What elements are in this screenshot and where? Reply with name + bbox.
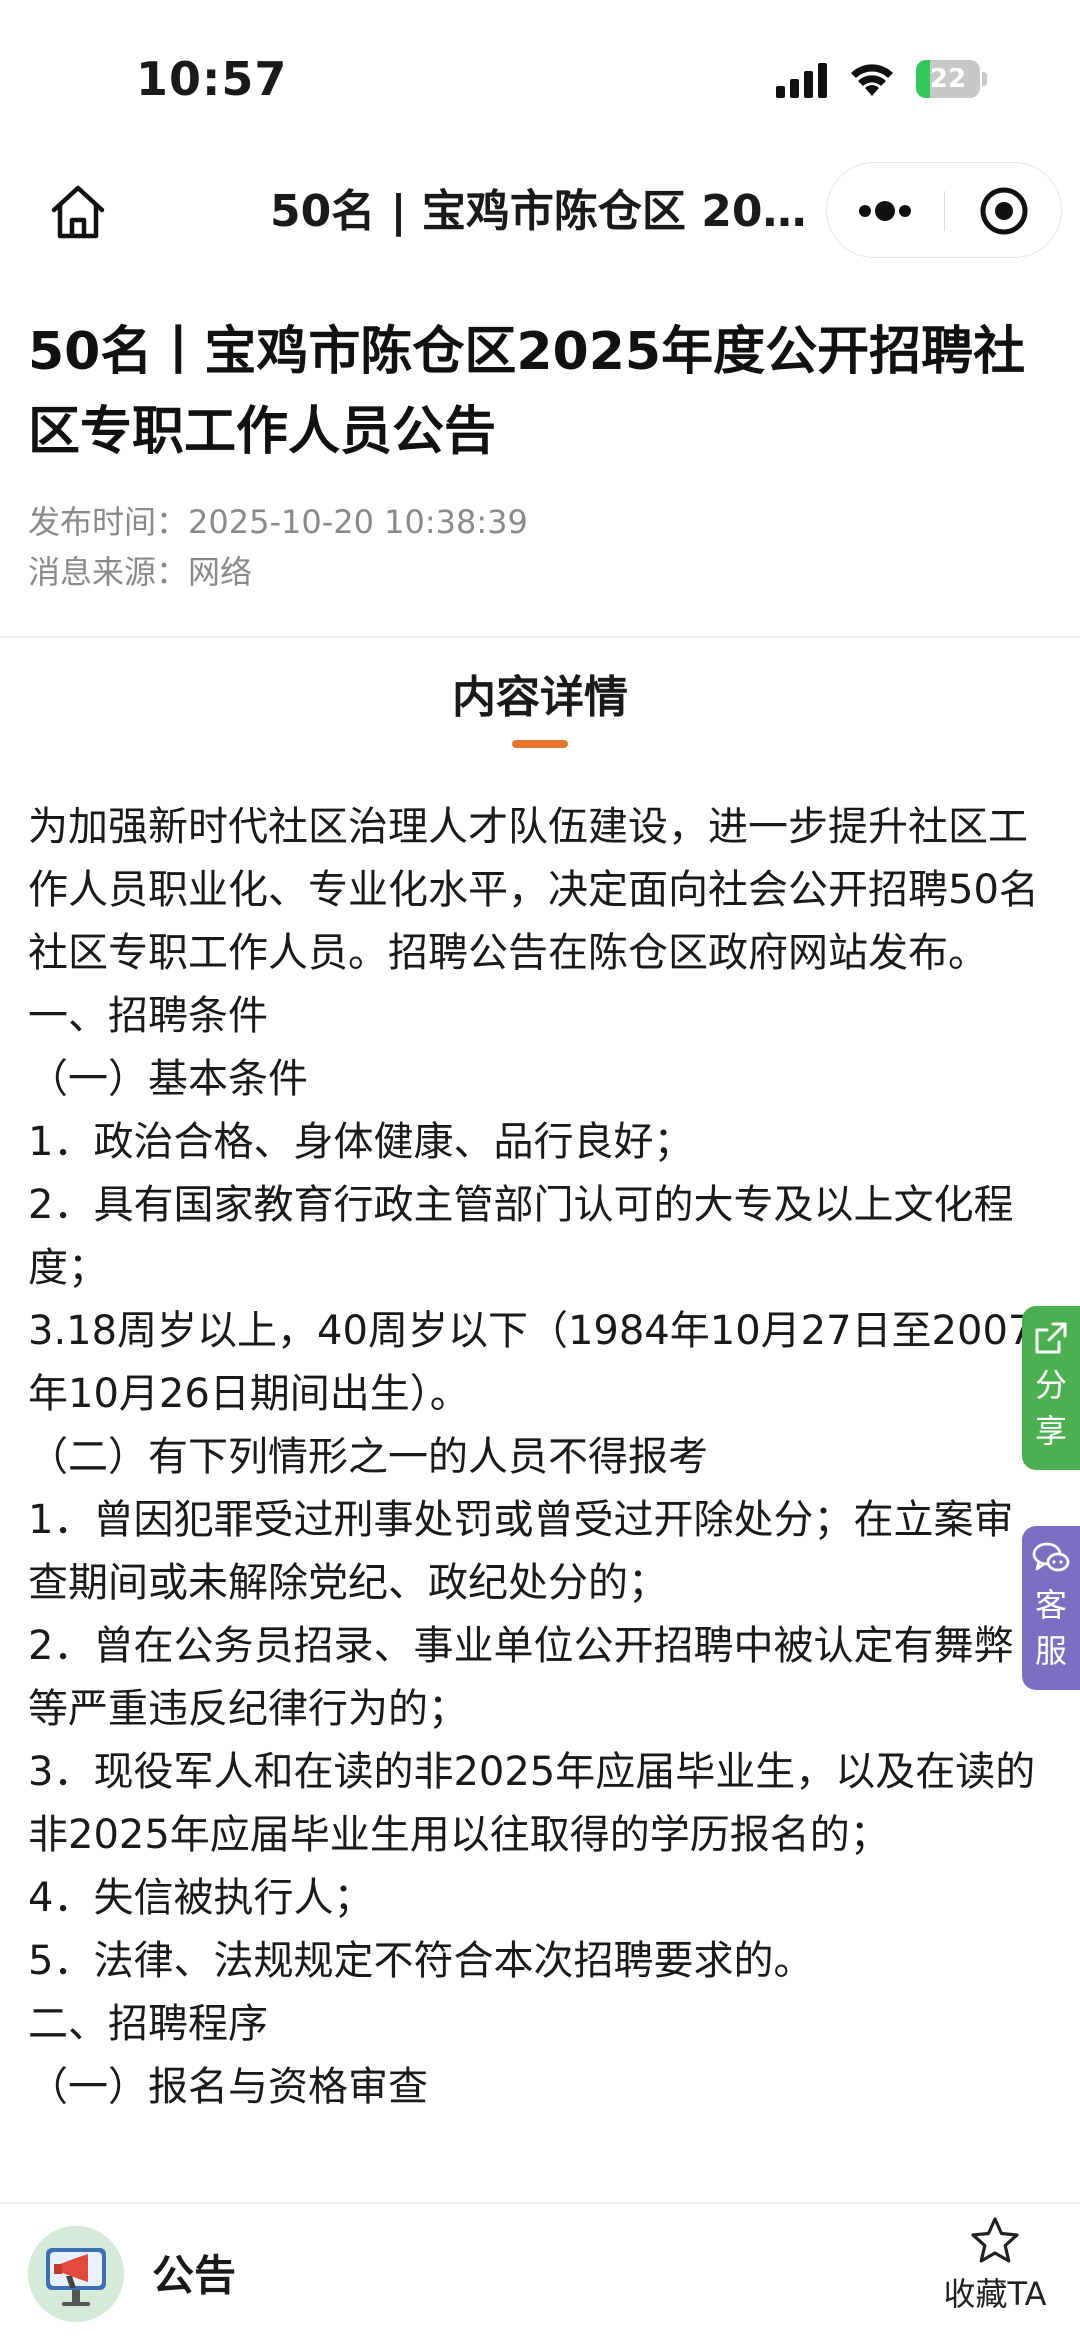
cellular-signal-icon <box>776 63 827 98</box>
content-list-item: 1．政治合格、身体健康、品行良好； <box>28 1119 694 1165</box>
content-subheading: （一）报名与资格审查 <box>28 2064 428 2110</box>
favorite-button[interactable]: 收藏TA <box>930 2214 1060 2334</box>
article-content: 为加强新时代社区治理人才队伍建设，进一步提升社区工作人员职业化、专业化水平，决定… <box>28 796 1048 2200</box>
mini-program-capsule <box>826 162 1062 258</box>
share-label-1: 分 <box>1034 1366 1067 1404</box>
close-button[interactable] <box>945 163 1063 259</box>
nav-title: 50名 | 宝鸡市陈仓区 20... <box>270 186 810 237</box>
favorite-label: 收藏TA <box>943 2275 1047 2313</box>
source-label: 消息来源： <box>28 553 189 591</box>
battery-level: 22 <box>929 64 967 94</box>
section-heading: 内容详情 <box>452 672 628 723</box>
content-heading: 一、招聘条件 <box>28 993 268 1039</box>
avatar[interactable] <box>28 2226 124 2322</box>
chat-bubbles-icon <box>1032 1542 1070 1572</box>
status-time: 10:57 <box>136 52 288 106</box>
bottom-bar: 公告 收藏TA <box>0 2202 1080 2341</box>
content-list-item: 2．曾在公务员招录、事业单位公开招聘中被认定有舞弊等严重违反纪律行为的； <box>28 1623 1014 1732</box>
content-list-item: 1．曾因犯罪受过刑事处罚或曾受过开除处分；在立案审查期间或未解除党纪、政纪处分的… <box>28 1497 1014 1606</box>
megaphone-icon <box>28 2226 124 2322</box>
service-label-1: 客 <box>1034 1586 1067 1624</box>
source-row: 消息来源：网络 <box>28 548 252 596</box>
service-label-2: 服 <box>1034 1632 1067 1670</box>
share-icon <box>1035 1322 1067 1354</box>
target-close-icon <box>980 187 1028 235</box>
account-name: 公告 <box>152 2251 237 2300</box>
header-divider <box>0 636 1080 638</box>
customer-service-button[interactable]: 客 服 <box>1022 1526 1080 1690</box>
publish-time-value: 2025-10-20 10:38:39 <box>188 503 528 541</box>
content-paragraph: 为加强新时代社区治理人才队伍建设，进一步提升社区工作人员职业化、专业化水平，决定… <box>28 804 1039 976</box>
publish-time-label: 发布时间： <box>28 503 189 541</box>
share-button[interactable]: 分 享 <box>1022 1306 1080 1470</box>
nav-bar: 50名 | 宝鸡市陈仓区 20... <box>0 160 1080 280</box>
content-list-item: 4．失信被执行人； <box>28 1875 374 1921</box>
more-dots-icon <box>859 201 911 221</box>
content-list-item: 3.18周岁以上，40周岁以下（1984年10月27日至2007年10月26日期… <box>28 1308 1034 1417</box>
status-bar: 10:57 22 <box>0 0 1080 160</box>
section-underline <box>512 740 568 748</box>
more-button[interactable] <box>827 163 944 259</box>
source-value: 网络 <box>188 553 253 591</box>
wifi-icon <box>851 64 893 96</box>
content-list-item: 3．现役军人和在读的非2025年应届毕业生，以及在读的非2025年应届毕业生用以… <box>28 1749 1036 1858</box>
content-list-item: 5．法律、法规规定不符合本次招聘要求的。 <box>28 1938 814 1984</box>
share-label-2: 享 <box>1034 1412 1067 1450</box>
home-icon[interactable] <box>46 180 110 244</box>
content-heading: 二、招聘程序 <box>28 2001 268 2047</box>
content-list-item: 2．具有国家教育行政主管部门认可的大专及以上文化程度； <box>28 1182 1014 1291</box>
content-subheading: （二）有下列情形之一的人员不得报考 <box>28 1434 708 1480</box>
star-icon <box>971 2217 1019 2263</box>
publish-time-row: 发布时间：2025-10-20 10:38:39 <box>28 498 528 546</box>
content-subheading: （一）基本条件 <box>28 1056 308 1102</box>
battery-icon: 22 <box>916 60 987 98</box>
article-title: 50名丨宝鸡市陈仓区2025年度公开招聘社区专职工作人员公告 <box>28 322 1026 462</box>
